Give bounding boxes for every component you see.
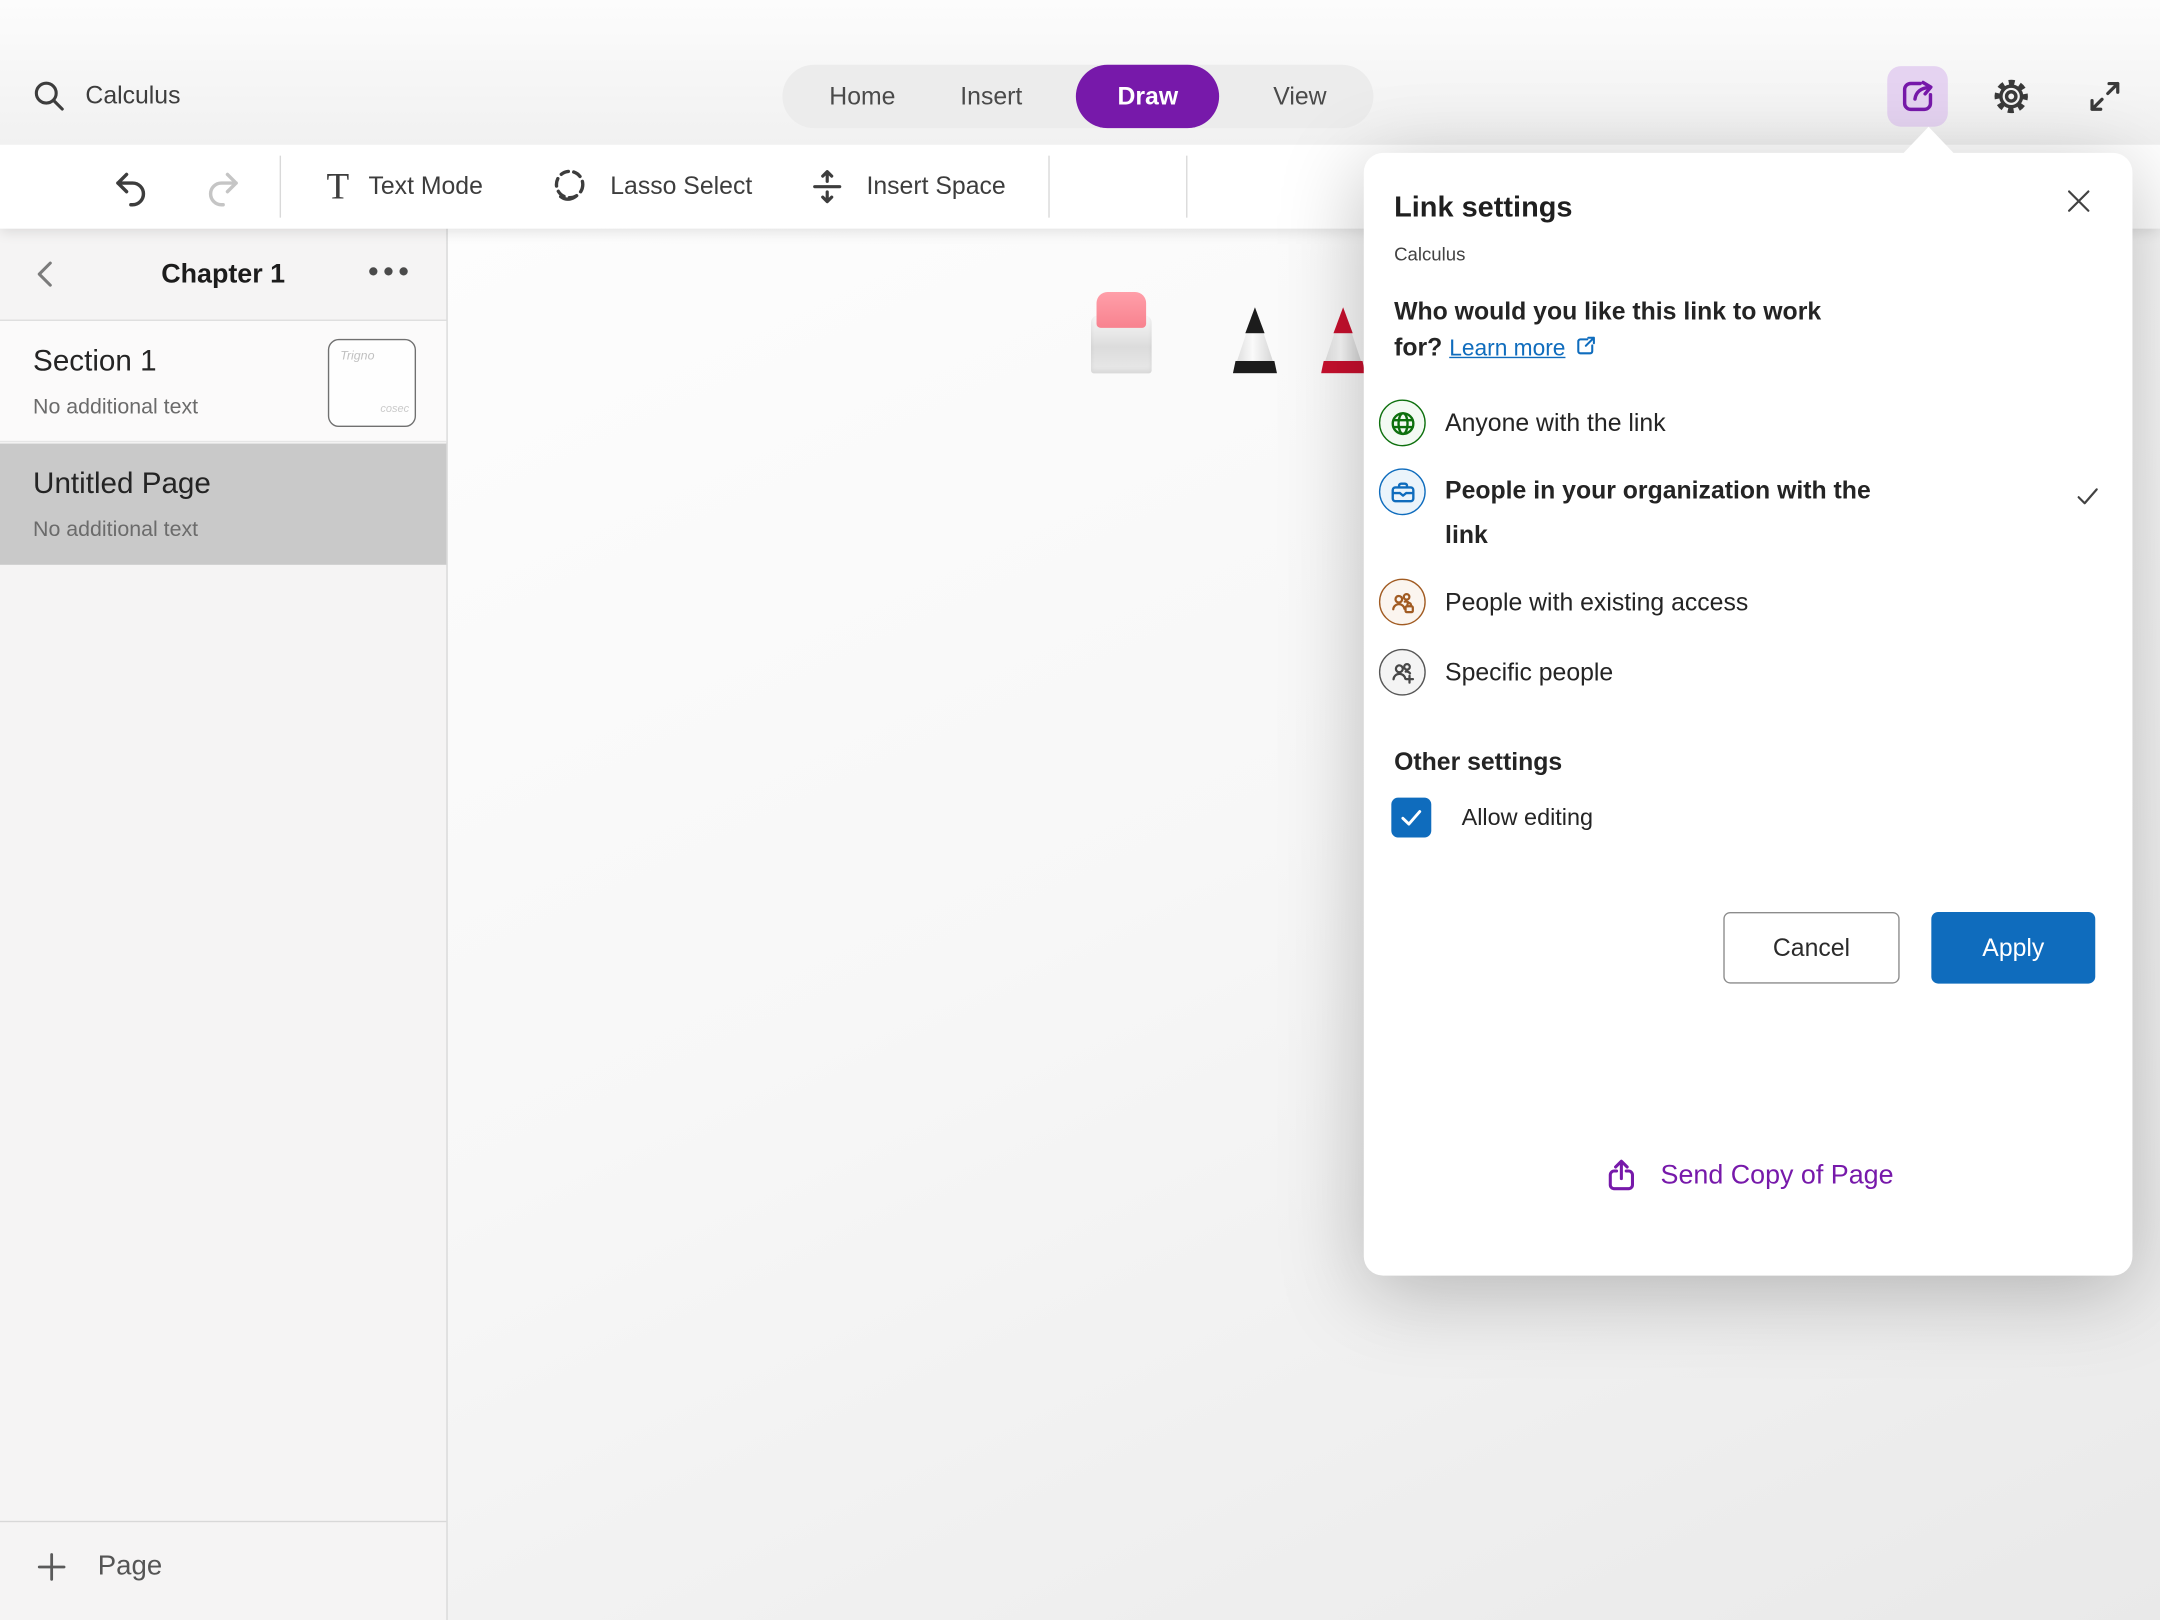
insert-space-label: Insert Space xyxy=(866,172,1005,201)
gear-icon xyxy=(1991,76,2032,117)
page-row-untitled-selected[interactable]: Untitled Page No additional text xyxy=(0,444,446,565)
people-lock-icon xyxy=(1379,579,1426,626)
dialog-subtitle: Calculus xyxy=(1394,244,1465,265)
toolbar-divider xyxy=(1186,156,1187,218)
dialog-callout-arrow xyxy=(1902,127,1954,155)
option-label: Anyone with the link xyxy=(1445,399,1666,446)
page-list-sidebar: Chapter 1 Section 1 No additional text T… xyxy=(0,229,448,1620)
undo-button[interactable] xyxy=(110,145,151,229)
add-page-button[interactable]: Page xyxy=(33,1548,162,1585)
toolbar-divider xyxy=(280,156,281,218)
dialog-title: Link settings xyxy=(1394,191,1572,224)
link-settings-dialog: Link settings Calculus Who would you lik… xyxy=(1364,153,2133,1276)
expand-icon xyxy=(2086,77,2125,116)
tab-view[interactable]: View xyxy=(1262,65,1337,128)
thumbnail-text: cosec xyxy=(380,402,409,414)
settings-button[interactable] xyxy=(1981,66,2042,127)
redo-button[interactable] xyxy=(203,145,244,229)
thumbnail-text: Trigno xyxy=(340,349,374,363)
tab-home[interactable]: Home xyxy=(818,65,906,128)
red-pen-tool[interactable] xyxy=(1321,307,1365,373)
cancel-button[interactable]: Cancel xyxy=(1723,912,1899,984)
page-title: Section 1 xyxy=(33,344,157,378)
page-thumbnail: Trigno cosec xyxy=(328,339,416,427)
page-subtitle: No additional text xyxy=(33,395,198,420)
option-people-in-organization[interactable]: People in your organization with the lin… xyxy=(1379,468,2105,556)
toolbar-divider xyxy=(1048,156,1049,218)
lasso-icon xyxy=(548,165,591,208)
briefcase-icon xyxy=(1379,468,1426,515)
page-row-section1[interactable]: Section 1 No additional text Trigno cose… xyxy=(0,321,446,442)
top-actions xyxy=(1887,66,2135,127)
add-page-label: Page xyxy=(98,1551,162,1583)
option-existing-access[interactable]: People with existing access xyxy=(1379,579,2105,626)
fullscreen-button[interactable] xyxy=(2075,66,2136,127)
sidebar-header: Chapter 1 xyxy=(0,229,446,320)
divider xyxy=(0,1521,446,1522)
notebook-search[interactable]: Calculus xyxy=(30,77,180,114)
share-icon xyxy=(1897,76,1938,117)
tab-insert[interactable]: Insert xyxy=(949,65,1033,128)
tab-draw[interactable]: Draw xyxy=(1076,65,1219,128)
text-mode-label: Text Mode xyxy=(368,172,482,201)
send-copy-icon xyxy=(1603,1156,1642,1195)
text-mode-button[interactable]: T Text Mode xyxy=(326,145,482,229)
allow-editing-row: Allow editing xyxy=(1391,798,1593,838)
option-label: People with existing access xyxy=(1445,579,1748,626)
dialog-question: Who would you like this link to work for… xyxy=(1394,293,2055,366)
search-icon xyxy=(30,77,67,114)
send-copy-button[interactable]: Send Copy of Page xyxy=(1364,1156,2133,1195)
insert-space-icon xyxy=(807,167,847,207)
close-button[interactable] xyxy=(2061,183,2097,219)
apply-button[interactable]: Apply xyxy=(1931,912,2095,984)
external-link-icon xyxy=(1574,333,1600,359)
lasso-select-button[interactable]: Lasso Select xyxy=(548,145,752,229)
option-label: Specific people xyxy=(1445,649,1613,696)
notebook-title: Calculus xyxy=(85,81,180,110)
more-options-button[interactable] xyxy=(369,267,408,275)
eraser-tool[interactable] xyxy=(1091,292,1152,373)
allow-editing-checkbox[interactable] xyxy=(1391,798,1431,838)
top-bar: Calculus Home Insert Draw View xyxy=(0,0,2160,145)
black-pen-tool[interactable] xyxy=(1233,307,1277,373)
lasso-select-label: Lasso Select xyxy=(610,172,752,201)
send-copy-label: Send Copy of Page xyxy=(1661,1159,1894,1191)
selected-checkmark-icon xyxy=(2073,482,2102,511)
allow-editing-label: Allow editing xyxy=(1462,804,1593,832)
globe-icon xyxy=(1379,399,1426,446)
other-settings-heading: Other settings xyxy=(1394,748,1562,777)
insert-space-button[interactable]: Insert Space xyxy=(807,145,1005,229)
plus-icon xyxy=(33,1548,70,1585)
ribbon-tab-group: Home Insert Draw View xyxy=(782,65,1373,128)
learn-more-link[interactable]: Learn more xyxy=(1449,336,1565,361)
text-mode-icon: T xyxy=(326,168,349,205)
page-title: Untitled Page xyxy=(33,467,211,501)
person-add-icon xyxy=(1379,649,1426,696)
onenote-app: Calculus Home Insert Draw View xyxy=(0,0,2160,1620)
option-specific-people[interactable]: Specific people xyxy=(1379,649,2105,696)
option-anyone-with-link[interactable]: Anyone with the link xyxy=(1379,399,2105,446)
option-label: People in your organization with the lin… xyxy=(1445,468,1871,556)
share-button[interactable] xyxy=(1887,66,1948,127)
page-subtitle: No additional text xyxy=(33,518,198,543)
